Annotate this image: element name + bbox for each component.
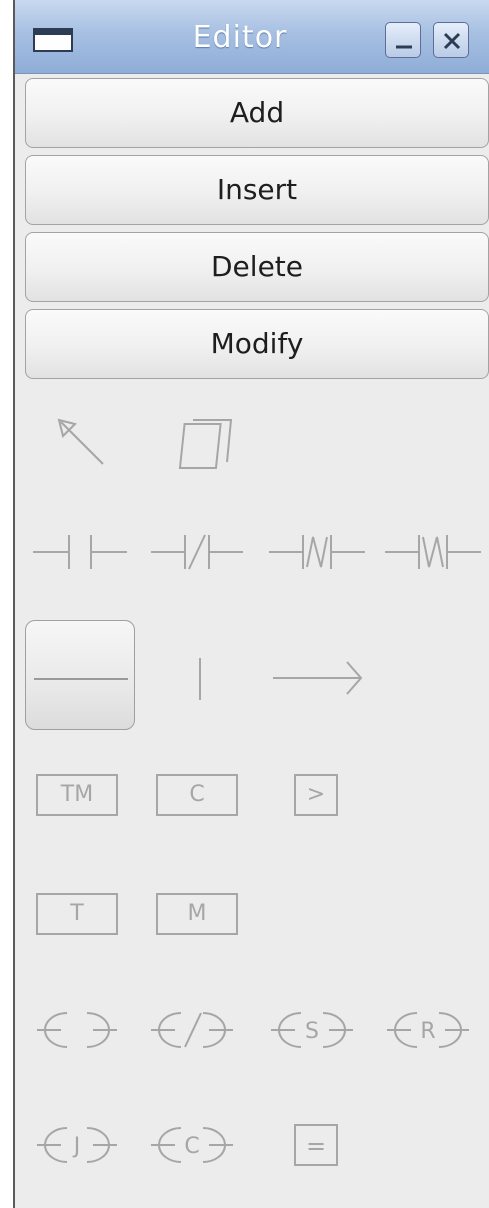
horizontal-wire-tool[interactable] bbox=[25, 620, 135, 730]
contact-falling-icon bbox=[385, 535, 481, 569]
coil-set-label: S bbox=[305, 1019, 319, 1044]
coil-call-label: C bbox=[184, 1134, 199, 1159]
coil-set-icon: S bbox=[271, 1012, 353, 1048]
close-icon bbox=[443, 32, 461, 50]
minimize-button[interactable] bbox=[385, 22, 421, 58]
close-button[interactable] bbox=[433, 22, 469, 58]
compare-tool[interactable]: > bbox=[265, 742, 375, 852]
counter-tool[interactable]: C bbox=[145, 742, 255, 852]
coil-reset-tool[interactable]: R bbox=[381, 975, 489, 1085]
operate-box-icon: = bbox=[294, 1124, 338, 1166]
contact-rising-tool[interactable] bbox=[265, 497, 375, 607]
pointer-arrow-icon bbox=[57, 418, 104, 465]
m-block-tool[interactable]: M bbox=[145, 858, 255, 968]
counter-label: C bbox=[189, 782, 205, 807]
coil-jump-label: J bbox=[72, 1134, 81, 1159]
delete-button[interactable]: Delete bbox=[25, 232, 489, 302]
coil-jump-icon: J bbox=[37, 1127, 117, 1163]
coil-reset-icon: R bbox=[387, 1012, 469, 1048]
window-title: Editor bbox=[192, 20, 288, 55]
contact-open-tool[interactable] bbox=[25, 497, 135, 607]
vertical-wire-tool[interactable] bbox=[145, 620, 255, 730]
title-bar[interactable]: Editor bbox=[15, 0, 489, 74]
contact-falling-tool[interactable] bbox=[381, 497, 489, 607]
minimize-icon bbox=[396, 45, 412, 49]
compare-label: > bbox=[306, 782, 326, 807]
operate-tool[interactable]: = bbox=[265, 1090, 375, 1200]
coil-icon bbox=[37, 1012, 117, 1048]
editor-window: Editor Add Insert Delete Modify TM C > T… bbox=[13, 0, 489, 1208]
timer-tool[interactable]: TM bbox=[25, 742, 135, 852]
coil-call-icon: C bbox=[151, 1127, 233, 1163]
eraser-icon bbox=[178, 419, 233, 469]
long-wire-tool[interactable] bbox=[265, 620, 375, 730]
coil-negated-tool[interactable] bbox=[145, 975, 255, 1085]
timer-label: TM bbox=[60, 782, 94, 807]
operate-label: = bbox=[306, 1132, 326, 1160]
contact-closed-tool[interactable] bbox=[145, 497, 255, 607]
coil-tool[interactable] bbox=[25, 975, 135, 1085]
vertical-line-icon bbox=[199, 658, 201, 700]
horizontal-line-icon bbox=[34, 678, 128, 680]
modify-button[interactable]: Modify bbox=[25, 309, 489, 379]
coil-negated-icon bbox=[151, 1012, 233, 1048]
pointer-tool[interactable] bbox=[25, 382, 135, 492]
contact-nc-icon bbox=[151, 534, 243, 570]
t-block-tool[interactable]: T bbox=[25, 858, 135, 968]
coil-jump-tool[interactable]: J bbox=[25, 1090, 135, 1200]
m-label: M bbox=[187, 901, 207, 926]
contact-no-icon bbox=[33, 535, 127, 569]
add-button[interactable]: Add bbox=[25, 78, 489, 148]
contact-rising-icon bbox=[269, 535, 365, 569]
coil-reset-label: R bbox=[420, 1019, 435, 1044]
window-menu-icon[interactable] bbox=[33, 28, 73, 52]
t-label: T bbox=[70, 901, 84, 926]
arrow-right-icon bbox=[273, 661, 363, 695]
insert-button[interactable]: Insert bbox=[25, 155, 489, 225]
coil-call-tool[interactable]: C bbox=[145, 1090, 255, 1200]
eraser-tool[interactable] bbox=[145, 382, 255, 492]
coil-set-tool[interactable]: S bbox=[265, 975, 375, 1085]
